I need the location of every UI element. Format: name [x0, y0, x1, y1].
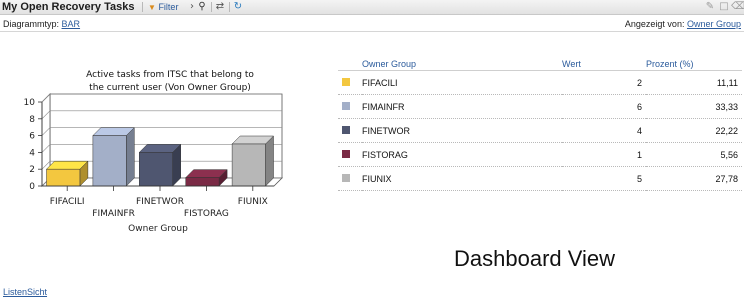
y-tick-label: 6 [29, 132, 35, 142]
x-tick-label: FIMAINFR [92, 209, 135, 219]
list-view-link[interactable]: ListenSicht [3, 287, 47, 297]
portlet-title: My Open Recovery Tasks [2, 1, 135, 13]
filter-label: Filter [158, 2, 179, 12]
value-cell: 6 [562, 94, 646, 119]
bar-fimainfr[interactable] [92, 135, 127, 187]
value-cell: 1 [562, 142, 646, 167]
table-row: FISTORAG 1 5,56 [338, 142, 742, 167]
x-tick-label: FIUNIX [238, 197, 268, 207]
swatch-cell [338, 70, 362, 95]
bar-side [265, 135, 274, 187]
owner-group-cell: FISTORAG [362, 142, 562, 167]
toolbar-separator [229, 2, 230, 12]
swatch-cell [338, 94, 362, 119]
value-cell: 4 [562, 118, 646, 143]
x-tick-label: FIFACILI [50, 197, 85, 207]
swatch-cell [338, 142, 362, 167]
diagram-type: Diagrammtyp: BAR [3, 19, 80, 29]
percent-cell: 27,78 [646, 166, 742, 191]
owner-group-cell: FIFACILI [362, 70, 562, 95]
list-view-link-wrap: ListenSicht [3, 287, 47, 297]
percent-cell: 11,11 [646, 70, 742, 95]
color-swatch [342, 77, 350, 86]
table-row: FIFACILI 2 11,11 [338, 70, 742, 95]
filter-icon: ▼ [148, 3, 156, 12]
y-tick-label: 2 [29, 165, 35, 175]
bar-fiunix[interactable] [231, 143, 266, 187]
table-row: FINETWOR 4 22,22 [338, 118, 742, 143]
bar-side [126, 126, 135, 187]
color-swatch [342, 101, 350, 110]
color-swatch [342, 125, 350, 134]
diagram-type-label: Diagrammtyp: [3, 19, 60, 29]
owner-group-cell: FIUNIX [362, 166, 562, 191]
bar-fistorag[interactable] [185, 177, 220, 187]
link-icon[interactable]: ↻ [232, 1, 244, 13]
filter-button[interactable]: ▼ Filter [148, 0, 178, 15]
owner-group-cell: FINETWOR [362, 118, 562, 143]
column-header-percent: Prozent (%) [646, 57, 742, 71]
column-header-value: Wert [562, 57, 646, 71]
toolbar-separator [211, 2, 212, 12]
x-tick-label: FINETWOR [136, 197, 184, 207]
edit-icon[interactable]: ✎ [704, 1, 716, 13]
bar-chart: 0 2 4 6 8 10 FIFACILI FIMAINFRFINETWORFISTORAG F… [24, 93, 283, 234]
percent-cell: 33,33 [646, 94, 742, 119]
portlet-titlebar: My Open Recovery Tasks ▼ Filter › ⚲ ⇄ ↻ … [0, 0, 744, 15]
dashboard-view-label: Dashboard View [454, 246, 616, 271]
bar-finetwor[interactable] [139, 152, 173, 187]
color-swatch [342, 149, 350, 158]
x-tick-label: FISTORAG [184, 209, 229, 219]
binoculars-icon[interactable]: ⚲ [196, 1, 208, 13]
delete-icon[interactable]: ⌫ [731, 1, 744, 13]
owner-group-cell: FIMAINFR [362, 94, 562, 119]
shown-by-link[interactable]: Owner Group [687, 19, 741, 29]
divider [0, 31, 744, 32]
shown-by: Angezeigt von: Owner Group [625, 19, 741, 29]
y-tick-label: 0 [29, 182, 35, 192]
percent-cell: 5,56 [646, 142, 742, 167]
x-axis-label: Owner Group [128, 224, 188, 234]
swatch-cell [338, 118, 362, 143]
diagram-type-link[interactable]: BAR [62, 19, 81, 29]
column-header-owner-group: Owner Group [362, 57, 562, 71]
y-tick-label: 10 [24, 98, 36, 108]
refresh-icon[interactable]: ⇄ [214, 1, 226, 13]
y-tick-label: 4 [29, 148, 35, 158]
maximize-icon[interactable]: □ [718, 1, 730, 13]
value-cell: 5 [562, 166, 646, 191]
shown-by-label: Angezeigt von: [624, 19, 685, 29]
bar-fifacili[interactable] [46, 168, 81, 187]
toolbar-separator [142, 2, 143, 12]
table-row: FIMAINFR 6 33,33 [338, 94, 742, 119]
swatch-cell [338, 166, 362, 191]
table-header-row: Owner Group Wert Prozent (%) [338, 57, 742, 71]
table-row: FIUNIX 5 27,78 [338, 166, 742, 191]
color-swatch [342, 173, 350, 182]
swatch-header [338, 57, 362, 71]
percent-cell: 22,22 [646, 118, 742, 143]
data-table: Owner Group Wert Prozent (%) FIFACILI 2 11… [338, 57, 742, 191]
value-cell: 2 [562, 70, 646, 95]
y-tick-label: 8 [29, 115, 35, 125]
